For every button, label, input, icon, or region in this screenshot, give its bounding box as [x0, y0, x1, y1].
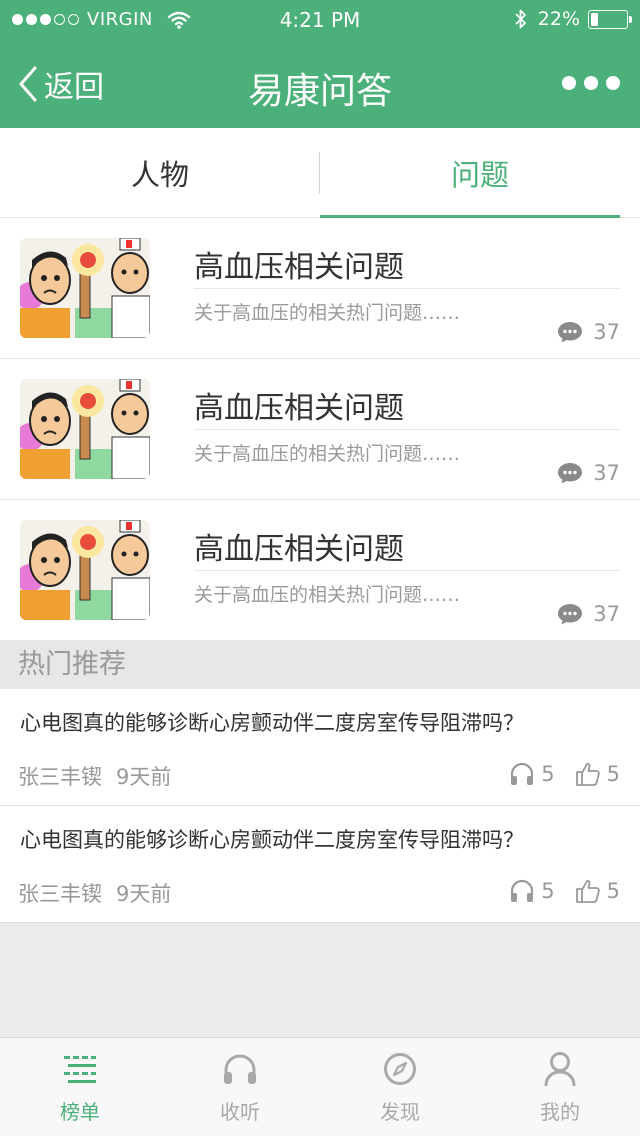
comment-icon [558, 604, 583, 625]
tab-people[interactable]: 人物 [0, 128, 320, 218]
divider [194, 429, 620, 430]
list-icon [64, 1055, 96, 1083]
tabbar-label: 收听 [220, 1099, 260, 1124]
compass-icon [384, 1052, 416, 1085]
comment-count: 37 [557, 320, 620, 344]
segment-tabs: 人物 问题 [0, 128, 640, 218]
topic-title: 高血压相关问题 [194, 250, 404, 285]
topic-item[interactable]: 高血压相关问题 关于高血压的相关热门问题…… 37 [0, 359, 640, 500]
tabbar-label: 我的 [540, 1099, 580, 1124]
more-button[interactable] [562, 76, 620, 90]
divider [194, 570, 620, 571]
bluetooth-icon [515, 9, 526, 29]
hot-question-meta: 张三丰锲 9天前 [18, 878, 171, 908]
hot-question-title: 心电图真的能够诊断心房颤动伴二度房室传导阻滞吗？ [20, 711, 524, 735]
comment-count: 37 [557, 602, 620, 626]
topic-list: 高血压相关问题 关于高血压的相关热门问题…… 37 高血压相关问题 关于高血压的… [0, 218, 640, 640]
comment-icon [558, 322, 583, 343]
topic-item[interactable]: 高血压相关问题 关于高血压的相关热门问题…… 37 [0, 500, 640, 640]
listen-count-value: 5 [541, 762, 555, 786]
more-dot-icon [606, 76, 620, 90]
status-bar: VIRGIN 4:21 PM 22% [0, 0, 640, 40]
hot-list: 心电图真的能够诊断心房颤动伴二度房室传导阻滞吗？ 张三丰锲 9天前 5 5 心电图 [0, 689, 640, 923]
topic-description: 关于高血压的相关热门问题…… [194, 443, 461, 465]
thumbs-up-icon [575, 879, 600, 903]
comment-count-value: 37 [593, 602, 620, 626]
hot-question-item[interactable]: 心电图真的能够诊断心房颤动伴二度房室传导阻滞吗？ 张三丰锲 9天前 5 5 [0, 806, 640, 923]
more-dot-icon [584, 76, 598, 90]
like-button[interactable]: 5 [575, 761, 620, 787]
post-time: 9天前 [116, 765, 172, 789]
hot-question-item[interactable]: 心电图真的能够诊断心房颤动伴二度房室传导阻滞吗？ 张三丰锲 9天前 5 5 [0, 689, 640, 806]
section-header-hot: 热门推荐 [0, 641, 640, 689]
author-name: 张三丰锲 [18, 765, 102, 789]
post-time: 9天前 [116, 882, 172, 906]
tabbar-item-discover[interactable]: 发现 [320, 1038, 480, 1136]
topic-thumbnail [20, 379, 150, 479]
person-icon [544, 1051, 576, 1086]
tabbar-label: 发现 [380, 1099, 420, 1124]
hot-question-stats: 5 5 [509, 761, 620, 787]
topic-title: 高血压相关问题 [194, 532, 404, 567]
battery-icon [588, 9, 632, 29]
like-button[interactable]: 5 [575, 878, 620, 904]
headphones-icon [511, 879, 534, 902]
comment-icon [558, 463, 583, 484]
tab-questions[interactable]: 问题 [320, 128, 640, 218]
hot-question-stats: 5 5 [509, 878, 620, 904]
like-count-value: 5 [606, 879, 620, 903]
comment-count-value: 37 [593, 320, 620, 344]
headphones-icon [224, 1054, 256, 1084]
tabbar-item-rankings[interactable]: 榜单 [0, 1038, 160, 1136]
more-dot-icon [562, 76, 576, 90]
navbar: 返回 易康问答 [0, 40, 640, 128]
topic-item[interactable]: 高血压相关问题 关于高血压的相关热门问题…… 37 [0, 218, 640, 359]
headphones-icon [511, 762, 534, 785]
battery-fill [591, 12, 599, 26]
hot-question-title: 心电图真的能够诊断心房颤动伴二度房室传导阻滞吗？ [20, 828, 524, 852]
header: VIRGIN 4:21 PM 22% 返回 易康问答 [0, 0, 640, 128]
comment-count: 37 [557, 461, 620, 485]
tabbar-item-listen[interactable]: 收听 [160, 1038, 320, 1136]
divider [194, 288, 620, 289]
status-right: 22% [514, 8, 632, 30]
topic-title: 高血压相关问题 [194, 391, 404, 426]
listen-count: 5 [509, 762, 555, 786]
thumbs-up-icon [575, 762, 600, 786]
tab-label: 人物 [130, 158, 189, 192]
hot-question-meta: 张三丰锲 9天前 [18, 761, 171, 791]
bottom-tab-bar: 榜单 收听 发现 我的 [0, 1037, 640, 1136]
tabbar-label: 榜单 [60, 1099, 100, 1124]
tab-label: 问题 [450, 158, 509, 192]
topic-description: 关于高血压的相关热门问题…… [194, 584, 461, 606]
listen-count-value: 5 [541, 879, 555, 903]
page-title: 易康问答 [247, 71, 392, 112]
topic-description: 关于高血压的相关热门问题…… [194, 302, 461, 324]
topic-thumbnail [20, 238, 150, 338]
battery-percent: 22% [537, 8, 580, 30]
comment-count-value: 37 [593, 461, 620, 485]
tabbar-item-profile[interactable]: 我的 [480, 1038, 640, 1136]
topic-thumbnail [20, 520, 150, 620]
listen-count: 5 [509, 879, 555, 903]
author-name: 张三丰锲 [18, 882, 102, 906]
like-count-value: 5 [606, 762, 620, 786]
